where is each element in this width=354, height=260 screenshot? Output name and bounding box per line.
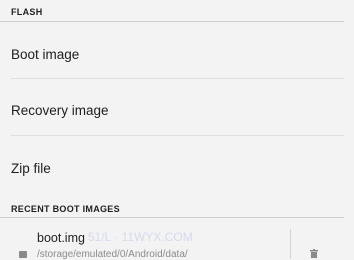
section-header-recent-boot-images: RECENT BOOT IMAGES [0,199,354,218]
flash-item-label: Recovery image [11,103,109,118]
recent-image-path: /storage/emulated/0/Android/data/ [37,249,188,260]
flash-item-label: Zip file [11,161,51,176]
delete-icon[interactable] [309,249,319,258]
section-header-flash: FLASH [0,0,354,22]
file-icon [19,251,27,258]
flash-boot-image-item[interactable]: Boot image [0,23,344,79]
section-title-flash: FLASH [11,7,43,17]
list-divider [11,78,344,79]
recent-boot-image-row[interactable]: boot.img /storage/emulated/0/Android/dat… [0,219,344,260]
flash-zip-file-item[interactable]: Zip file [0,137,344,197]
flash-item-label: Boot image [11,47,80,62]
section-divider [0,21,344,22]
section-divider [0,217,344,218]
list-divider [11,135,344,136]
vertical-separator [290,229,291,259]
section-title-recent: RECENT BOOT IMAGES [11,204,120,214]
recent-image-name: boot.img [37,231,85,245]
flash-recovery-image-item[interactable]: Recovery image [0,80,344,136]
